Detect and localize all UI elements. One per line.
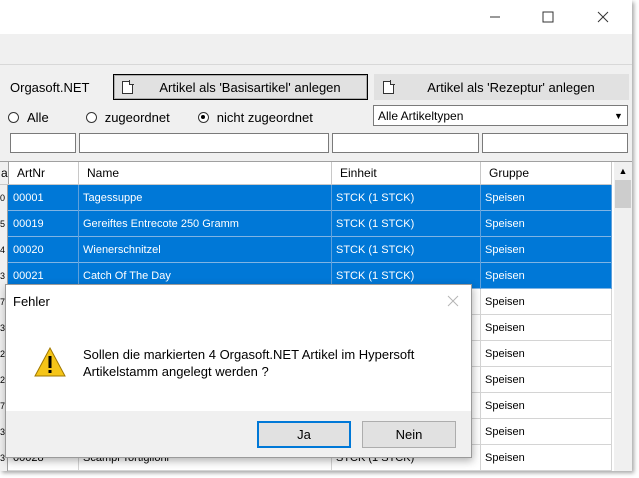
close-icon bbox=[447, 295, 459, 307]
cell-gruppe[interactable]: Speisen bbox=[481, 341, 612, 367]
dialog-message-line2: Artikelstamm angelegt werden ? bbox=[83, 364, 269, 379]
row-indicator[interactable]: 5 bbox=[0, 211, 8, 237]
main-window: Orgasoft.NET Artikel als 'Basisartikel' … bbox=[0, 0, 632, 471]
cell-gruppe[interactable]: Speisen bbox=[481, 445, 612, 471]
scroll-thumb[interactable] bbox=[615, 180, 631, 208]
title-bar bbox=[0, 0, 632, 34]
document-icon bbox=[383, 79, 395, 94]
create-basis-article-button[interactable]: Artikel als 'Basisartikel' anlegen bbox=[113, 74, 368, 100]
radio-assigned-label: zugeordnet bbox=[104, 109, 170, 125]
filter-radio-group: Alle zugeordnet nicht zugeordnet bbox=[8, 108, 313, 126]
table-row[interactable]: 5 00019 Gereiftes Entrecote 250 Gramm STCK … bbox=[0, 211, 612, 237]
radio-unassigned[interactable]: nicht zugeordnet bbox=[197, 109, 313, 125]
error-dialog: Fehler Sollen die markierten 4 Orgasoft.… bbox=[5, 284, 472, 458]
row-indicator[interactable]: 4 bbox=[0, 237, 8, 263]
minimize-icon bbox=[490, 16, 500, 18]
column-header-gruppe[interactable]: Gruppe bbox=[481, 162, 612, 184]
chevron-down-icon[interactable]: ▼ bbox=[610, 106, 627, 125]
filter-einheit-input[interactable] bbox=[332, 133, 479, 153]
dialog-message: Sollen die markierten 4 Orgasoft.NET Art… bbox=[83, 346, 463, 380]
cell-gruppe[interactable]: Speisen bbox=[481, 315, 612, 341]
column-header-name[interactable]: Name bbox=[79, 162, 332, 184]
cell-artnr[interactable]: 00020 bbox=[9, 237, 79, 263]
radio-unassigned-label: nicht zugeordnet bbox=[216, 109, 313, 125]
dialog-title: Fehler bbox=[13, 294, 50, 309]
cell-name[interactable]: Gereiftes Entrecote 250 Gramm bbox=[79, 211, 332, 237]
close-icon bbox=[597, 11, 609, 23]
cell-gruppe[interactable]: Speisen bbox=[481, 419, 612, 445]
cell-gruppe[interactable]: Speisen bbox=[481, 393, 612, 419]
menu-band bbox=[0, 34, 632, 65]
radio-all[interactable]: Alle bbox=[8, 110, 49, 125]
cell-gruppe[interactable]: Speisen bbox=[481, 263, 612, 289]
vertical-scrollbar[interactable]: ▲ bbox=[614, 162, 632, 471]
scroll-up-icon[interactable]: ▲ bbox=[614, 162, 632, 180]
row-indicator[interactable]: 0 bbox=[0, 185, 8, 211]
cell-einheit[interactable]: STCK (1 STCK) bbox=[332, 237, 481, 263]
create-recipe-article-button[interactable]: Artikel als 'Rezeptur' anlegen bbox=[374, 74, 629, 100]
cell-gruppe[interactable]: Speisen bbox=[481, 211, 612, 237]
toolbar-label: Orgasoft.NET bbox=[10, 80, 90, 95]
cell-einheit[interactable]: STCK (1 STCK) bbox=[332, 185, 481, 211]
maximize-icon bbox=[542, 11, 554, 23]
cell-gruppe[interactable]: Speisen bbox=[481, 289, 612, 315]
cell-name[interactable]: Tagessuppe bbox=[79, 185, 332, 211]
radio-assigned-circle[interactable] bbox=[85, 111, 97, 123]
radio-all-circle[interactable] bbox=[8, 111, 19, 123]
dialog-close-button[interactable] bbox=[443, 291, 463, 311]
warning-icon bbox=[34, 347, 66, 377]
row-indicator-header: a bbox=[0, 162, 9, 184]
minimize-button[interactable] bbox=[472, 0, 518, 34]
column-header-einheit[interactable]: Einheit bbox=[332, 162, 481, 184]
filter-name-input[interactable] bbox=[79, 133, 329, 153]
cell-gruppe[interactable]: Speisen bbox=[481, 237, 612, 263]
table-row[interactable]: 4 00020 Wienerschnitzel STCK (1 STCK) Speise… bbox=[0, 237, 612, 263]
yes-button[interactable]: Ja bbox=[257, 421, 351, 448]
document-icon bbox=[122, 79, 134, 94]
cell-name[interactable]: Wienerschnitzel bbox=[79, 237, 332, 263]
close-button[interactable] bbox=[580, 0, 626, 34]
article-type-value: Alle Artikeltypen bbox=[378, 108, 464, 123]
radio-all-label: Alle bbox=[27, 109, 49, 125]
table-row[interactable]: 0 00001 Tagessuppe STCK (1 STCK) Speisen bbox=[0, 185, 612, 211]
cell-einheit[interactable]: STCK (1 STCK) bbox=[332, 211, 481, 237]
no-button[interactable]: Nein bbox=[362, 421, 456, 448]
filter-gruppe-input[interactable] bbox=[482, 133, 628, 153]
create-recipe-article-label: Artikel als 'Rezeptur' anlegen bbox=[427, 79, 595, 95]
cell-artnr[interactable]: 00019 bbox=[9, 211, 79, 237]
radio-assigned[interactable]: zugeordnet bbox=[85, 109, 170, 125]
cell-gruppe[interactable]: Speisen bbox=[481, 367, 612, 393]
maximize-button[interactable] bbox=[525, 0, 571, 34]
radio-unassigned-circle[interactable] bbox=[197, 111, 209, 123]
filter-artnr-input[interactable] bbox=[10, 133, 76, 153]
create-basis-article-label: Artikel als 'Basisartikel' anlegen bbox=[159, 79, 341, 95]
dialog-message-line1: Sollen die markierten 4 Orgasoft.NET Art… bbox=[83, 347, 415, 362]
column-header-artnr[interactable]: ArtNr bbox=[9, 162, 79, 184]
grid-header: a ArtNr Name Einheit Gruppe bbox=[0, 162, 612, 185]
article-type-select[interactable]: Alle Artikeltypen ▼ bbox=[373, 105, 628, 126]
dialog-footer: Ja Nein bbox=[6, 411, 471, 457]
cell-gruppe[interactable]: Speisen bbox=[481, 185, 612, 211]
cell-artnr[interactable]: 00001 bbox=[9, 185, 79, 211]
